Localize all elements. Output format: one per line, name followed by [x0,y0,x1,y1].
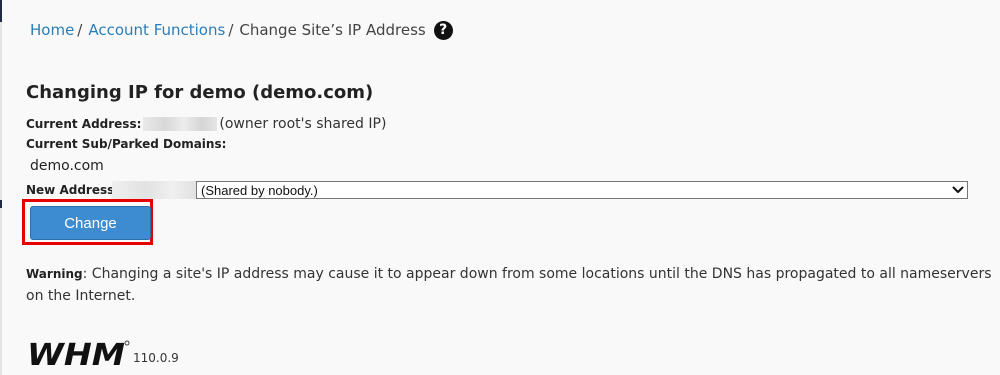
breadcrumb-current: Change Site’s IP Address [239,21,426,39]
current-address-note: (owner root's shared IP) [219,116,387,132]
page-title: Changing IP for demo (demo.com) [26,82,374,103]
sidebar-edge-dark-mid [0,200,2,208]
version-label: 110.0.9 [133,351,179,365]
warning-label: Warning [26,267,83,281]
warning-text: : Changing a site's IP address may cause… [26,266,992,304]
sidebar-edge-dark-top [0,0,2,22]
current-address-row: Current Address: (owner root's shared IP… [26,116,386,132]
breadcrumb-separator: / [77,21,83,39]
redacted-ip [112,181,198,199]
breadcrumb-account-functions-link[interactable]: Account Functions [88,21,225,39]
subdomains-label: Current Sub/Parked Domains: [26,137,227,151]
whm-logo-text: WHM [27,339,125,367]
breadcrumb: Home / Account Functions / Change Site’s… [30,18,453,42]
new-address-select[interactable]: (Shared by nobody.) [196,181,968,199]
whm-logo-mark: WHM [27,339,130,367]
new-address-label: New Address: [26,183,120,197]
whm-logo: WHM 110.0.9 [26,339,179,367]
new-address-select-value: (Shared by nobody.) [201,182,318,198]
breadcrumb-separator: / [228,21,234,39]
sidebar-edge [0,0,2,375]
current-address-label: Current Address: [26,117,142,131]
new-address-row: New Address: [26,183,119,197]
domain-item: demo.com [30,158,104,174]
help-icon[interactable]: ? [433,20,453,40]
redacted-ip [143,117,218,131]
change-button[interactable]: Change [30,206,151,240]
chevron-down-icon [951,182,965,198]
subdomains-row: Current Sub/Parked Domains: [26,137,226,151]
breadcrumb-home-link[interactable]: Home [30,21,74,39]
warning-message: Warning: Changing a site's IP address ma… [26,263,998,307]
